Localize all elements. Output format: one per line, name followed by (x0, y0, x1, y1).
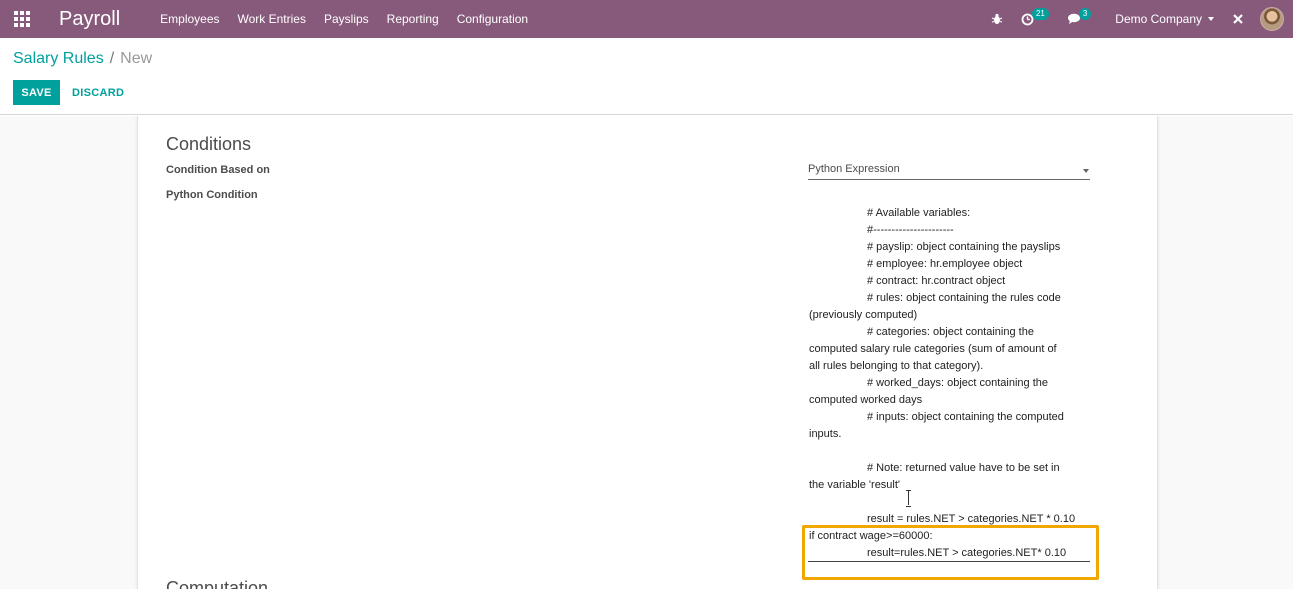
condition-based-on-value: Python Expression (808, 163, 900, 175)
messaging-button[interactable]: 3 (1067, 8, 1092, 25)
condition-based-on-label: Condition Based on (166, 164, 270, 176)
code-line: # Note: returned value have to be set in (867, 462, 1060, 474)
code-line: the variable 'result' (809, 479, 901, 491)
debug-button[interactable] (991, 13, 1003, 25)
condition-based-on-select[interactable]: Python Expression (808, 160, 1090, 180)
close-button[interactable] (1232, 13, 1244, 25)
code-line: # Available variables: (867, 207, 971, 219)
close-icon (1233, 14, 1243, 24)
code-line: inputs. (809, 428, 842, 440)
code-line: all rules belonging to that category). (809, 360, 984, 372)
code-line: # categories: object containing the (867, 326, 1034, 338)
breadcrumb-separator: / (109, 50, 115, 67)
code-line: # inputs: object containing the computed (867, 411, 1064, 423)
breadcrumb-salary-rules[interactable]: Salary Rules (13, 50, 104, 67)
chevron-down-icon (1083, 169, 1089, 173)
save-button[interactable]: SAVE (13, 80, 60, 105)
form-sheet: Conditions Condition Based on Python Exp… (137, 116, 1158, 589)
form-view: Conditions Condition Based on Python Exp… (0, 116, 1293, 589)
highlight-box (802, 525, 1099, 580)
message-count-badge: 3 (1078, 8, 1092, 20)
code-line: # employee: hr.employee object (867, 258, 1023, 270)
code-line: # payslip: object containing the payslip… (867, 241, 1061, 253)
bug-icon (991, 13, 1003, 24)
main-menu: Employees Work Entries Payslips Reportin… (160, 12, 546, 26)
menu-work-entries[interactable]: Work Entries (238, 12, 306, 26)
code-line: # contract: hr.contract object (867, 275, 1006, 287)
apps-icon[interactable] (3, 0, 41, 38)
activity-count-badge: 21 (1031, 8, 1049, 20)
menu-configuration[interactable]: Configuration (457, 12, 528, 26)
menu-reporting[interactable]: Reporting (387, 12, 439, 26)
menu-payslips[interactable]: Payslips (324, 12, 369, 26)
python-condition-label: Python Condition (166, 189, 258, 201)
code-line: # worked_days: object containing the (867, 377, 1049, 389)
menu-employees[interactable]: Employees (160, 12, 219, 26)
company-switcher[interactable]: Demo Company (1115, 12, 1214, 26)
code-line: (previously computed) (809, 309, 918, 321)
code-line: #---------------------- (867, 224, 954, 236)
code-line: computed salary rule categories (sum of … (809, 343, 1057, 355)
avatar[interactable] (1260, 7, 1284, 31)
code-line: computed worked days (809, 394, 923, 406)
discard-button[interactable]: DISCARD (72, 80, 124, 105)
breadcrumb: Salary Rules / New (13, 50, 152, 68)
company-name: Demo Company (1115, 12, 1202, 26)
code-line: # rules: object containing the rules cod… (867, 292, 1061, 304)
activity-button[interactable]: 21 (1021, 8, 1049, 26)
app-name[interactable]: Payroll (59, 8, 120, 31)
breadcrumb-current: New (120, 50, 153, 67)
text-cursor-icon (905, 490, 913, 507)
chevron-down-icon (1208, 17, 1214, 21)
python-condition-textarea[interactable]: # Available variables: #-----------------… (809, 205, 1093, 562)
control-panel: Salary Rules / New SAVE DISCARD (0, 38, 1293, 115)
top-navbar: Payroll Employees Work Entries Payslips … (0, 0, 1293, 38)
section-title-conditions: Conditions (166, 134, 252, 154)
systray: 21 3 Demo Company (991, 0, 1293, 38)
section-title-computation: Computation (166, 578, 269, 589)
